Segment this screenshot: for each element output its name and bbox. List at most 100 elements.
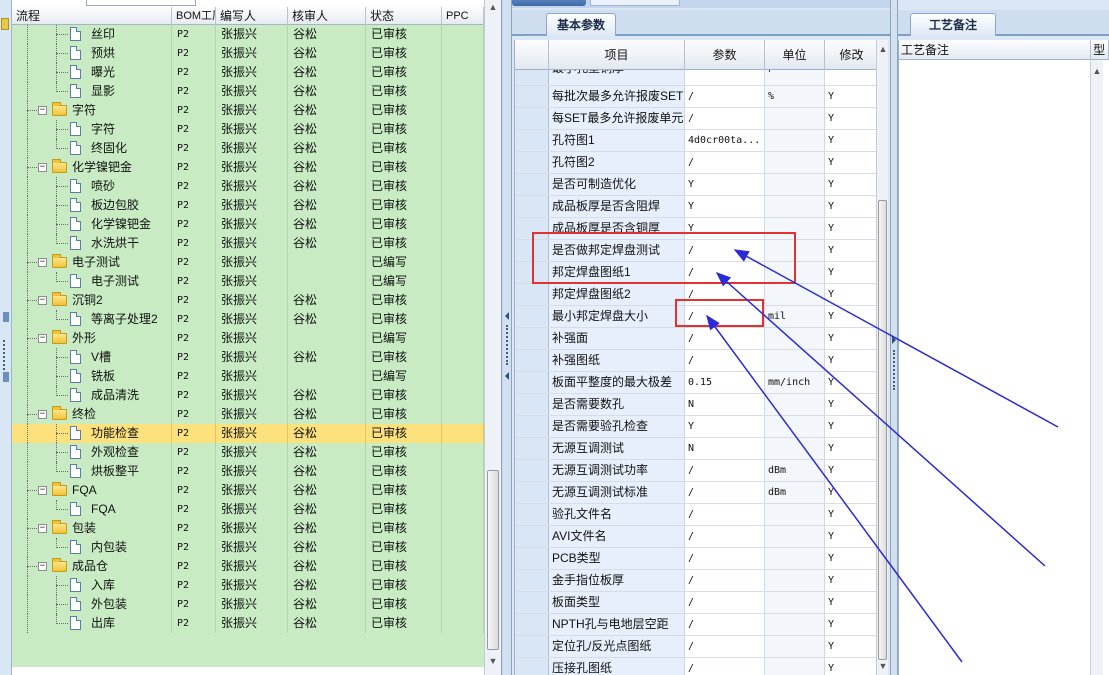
param-row[interactable]: PCB类型 / Y <box>515 548 878 570</box>
param-modify-cell[interactable]: Y <box>825 130 878 151</box>
tree-node[interactable]: 功能检查 <box>12 424 172 443</box>
tree-row[interactable]: 功能检查 P2 张振兴 谷松 已审核 <box>12 424 484 443</box>
tree-row[interactable]: 铣板 P2 张振兴 已编写 <box>12 367 484 386</box>
tree-folder-row[interactable]: − 沉铜2 P2 张振兴 谷松 已审核 <box>12 291 484 310</box>
param-value-cell[interactable]: / <box>685 152 765 173</box>
param-modify-cell[interactable]: Y <box>825 394 878 415</box>
row-indicator[interactable] <box>515 328 549 349</box>
tree-row[interactable]: 外包装 P2 张振兴 谷松 已审核 <box>12 595 484 614</box>
tree-folder-row[interactable]: − 化学镍钯金 P2 张振兴 谷松 已审核 <box>12 158 484 177</box>
param-modify-cell[interactable]: Y <box>825 306 878 327</box>
tree-node[interactable]: 预烘 <box>12 44 172 63</box>
param-modify-cell[interactable]: Y <box>825 460 878 481</box>
tree-folder-row[interactable]: − 终检 P2 张振兴 谷松 已审核 <box>12 405 484 424</box>
splitter-grip[interactable] <box>893 350 895 390</box>
tree-node[interactable]: − 终检 <box>12 405 172 424</box>
tree-node[interactable]: 入库 <box>12 576 172 595</box>
col-header-ppc[interactable]: PPC <box>442 7 484 25</box>
row-indicator[interactable] <box>515 350 549 371</box>
tree-folder-row[interactable]: − 外形 P2 张振兴 已编写 <box>12 329 484 348</box>
param-value-cell[interactable]: N <box>685 394 765 415</box>
tree-node[interactable]: 等离子处理2 <box>12 310 172 329</box>
param-value-cell[interactable]: N <box>685 438 765 459</box>
param-value-cell[interactable]: / <box>685 108 765 129</box>
row-indicator[interactable] <box>515 460 549 481</box>
tree-node[interactable]: V槽 <box>12 348 172 367</box>
tab-fragment[interactable] <box>590 0 680 6</box>
row-indicator[interactable] <box>515 592 549 613</box>
tree-node[interactable]: 烘板整平 <box>12 462 172 481</box>
tree-node[interactable]: 成品清洗 <box>12 386 172 405</box>
col-header-notes[interactable]: 工艺备注 <box>899 40 1092 60</box>
param-value-cell[interactable]: / <box>685 636 765 657</box>
row-indicator[interactable] <box>515 614 549 635</box>
param-row[interactable]: 成品板厚是否含阻焊 Y Y <box>515 196 878 218</box>
param-modify-cell[interactable]: Y <box>825 372 878 393</box>
tree-node[interactable]: FQA <box>12 500 172 519</box>
collapse-icon[interactable]: − <box>38 486 47 495</box>
col-header-reviewer[interactable]: 核审人 <box>288 7 366 25</box>
param-value-cell[interactable]: / <box>685 614 765 635</box>
tree-node[interactable]: 丝印 <box>12 25 172 44</box>
param-modify-cell[interactable]: Y <box>825 328 878 349</box>
pin-icon[interactable] <box>1 18 9 30</box>
param-row[interactable]: 每SET最多允许报废单元 / Y <box>515 108 878 130</box>
param-modify-cell[interactable]: Y <box>825 526 878 547</box>
collapse-icon[interactable]: − <box>38 258 47 267</box>
param-row[interactable]: 金手指位板厚 / Y <box>515 570 878 592</box>
row-indicator[interactable] <box>515 636 549 657</box>
param-modify-cell[interactable]: Y <box>825 284 878 305</box>
scroll-down-icon[interactable]: ▼ <box>488 656 498 666</box>
tree-row[interactable]: 显影 P2 张振兴 谷松 已审核 <box>12 82 484 101</box>
collapse-arrow-icon[interactable] <box>3 312 9 322</box>
tree-row[interactable]: 化学镍钯金 P2 张振兴 谷松 已审核 <box>12 215 484 234</box>
row-indicator[interactable] <box>515 438 549 459</box>
tree-node[interactable]: − 包装 <box>12 519 172 538</box>
tree-node[interactable]: 显影 <box>12 82 172 101</box>
tree-node[interactable]: − 电子测试 <box>12 253 172 272</box>
col-header-param[interactable]: 参数 <box>685 40 765 70</box>
param-row[interactable]: 压接孔图纸 / Y <box>515 658 878 675</box>
param-value-cell[interactable]: / <box>685 482 765 503</box>
row-indicator[interactable] <box>515 130 549 151</box>
tree-node[interactable]: 出库 <box>12 614 172 633</box>
row-indicator[interactable] <box>515 152 549 173</box>
tree-folder-row[interactable]: − 字符 P2 张振兴 谷松 已审核 <box>12 101 484 120</box>
param-modify-cell[interactable]: Y <box>825 658 878 675</box>
tree-node[interactable]: 终固化 <box>12 139 172 158</box>
param-value-cell[interactable]: 4d0cr00ta... <box>685 130 765 151</box>
tree-node[interactable]: − FQA <box>12 481 172 500</box>
tree-node[interactable]: 字符 <box>12 120 172 139</box>
param-modify-cell[interactable]: Y <box>825 262 878 283</box>
tree-row[interactable]: FQA P2 张振兴 谷松 已审核 <box>12 500 484 519</box>
tree-row[interactable]: 等离子处理2 P2 张振兴 谷松 已审核 <box>12 310 484 329</box>
param-value-cell[interactable]: / <box>685 658 765 675</box>
scroll-down-icon[interactable]: ▼ <box>878 661 888 671</box>
tree-row[interactable]: 电子测试 P2 张振兴 已编写 <box>12 272 484 291</box>
param-row[interactable]: 无源互调测试标准 / dBm Y <box>515 482 878 504</box>
tree-folder-row[interactable]: − FQA P2 张振兴 谷松 已审核 <box>12 481 484 500</box>
col-header-process[interactable]: 流程 <box>12 7 172 25</box>
param-row[interactable]: 板面平整度的最大极差 0.15 mm/inch Y <box>515 372 878 394</box>
param-row[interactable]: 验孔文件名 / Y <box>515 504 878 526</box>
tree-folder-row[interactable]: − 包装 P2 张振兴 谷松 已审核 <box>12 519 484 538</box>
param-value-cell[interactable]: / <box>685 548 765 569</box>
splitter-grip[interactable] <box>506 325 508 365</box>
param-modify-cell[interactable]: Y <box>825 108 878 129</box>
collapse-icon[interactable]: − <box>38 410 47 419</box>
tree-node[interactable]: − 字符 <box>12 101 172 120</box>
tree-node[interactable]: − 化学镍钯金 <box>12 158 172 177</box>
param-row[interactable]: AVI文件名 / Y <box>515 526 878 548</box>
param-row[interactable]: 无源互调测试功率 / dBm Y <box>515 460 878 482</box>
tree-row[interactable]: 预烘 P2 张振兴 谷松 已审核 <box>12 44 484 63</box>
scroll-up-icon[interactable]: ▲ <box>488 2 498 12</box>
tree-node[interactable]: 铣板 <box>12 367 172 386</box>
param-row[interactable]: 是否可制造优化 Y Y <box>515 174 878 196</box>
param-modify-cell[interactable]: Y <box>825 350 878 371</box>
col-header-unit[interactable]: 单位 <box>765 40 825 70</box>
param-row[interactable]: 无源互调测试 N Y <box>515 438 878 460</box>
param-modify-cell[interactable]: Y <box>825 504 878 525</box>
scroll-thumb[interactable] <box>878 200 887 660</box>
tree-vertical-scrollbar[interactable]: ▲ ▼ <box>484 0 501 675</box>
collapse-icon[interactable]: − <box>38 163 47 172</box>
